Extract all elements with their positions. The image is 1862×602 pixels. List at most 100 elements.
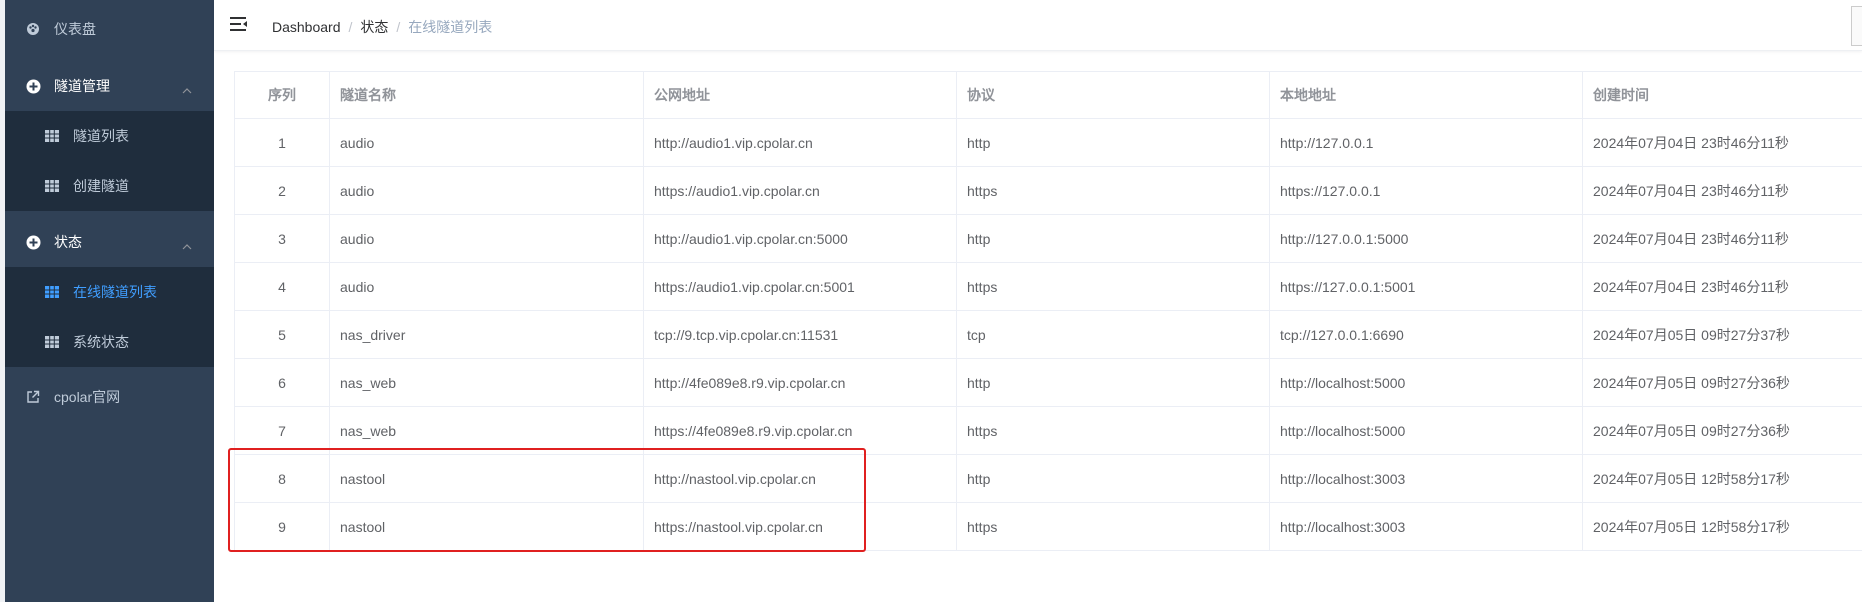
avatar[interactable]	[1851, 6, 1862, 46]
cell-local-address: https://127.0.0.1	[1269, 166, 1583, 215]
table-icon	[43, 177, 61, 195]
dashboard-icon	[24, 20, 42, 38]
sidebar-item-system-status[interactable]: 系统状态	[5, 317, 214, 367]
cell-public-url: http://audio1.vip.cpolar.cn	[643, 118, 957, 167]
sidebar-item-tunnel-list[interactable]: 隧道列表	[5, 111, 214, 161]
table-icon	[43, 283, 61, 301]
table-row[interactable]: 1 audio http://audio1.vip.cpolar.cn http htt…	[234, 118, 1862, 167]
submenu-tunnel-management: 隧道列表 创建隧道	[5, 111, 214, 211]
table-row[interactable]: 8 nastool http://nastool.vip.cpolar.cn http…	[234, 454, 1862, 503]
cell-created-time: 2024年07月05日 12时58分17秒	[1582, 502, 1862, 551]
hamburger-icon[interactable]	[230, 16, 250, 34]
cell-protocol: http	[956, 118, 1270, 167]
table-row[interactable]: 5 nas_driver tcp://9.tcp.vip.cpolar.cn:115…	[234, 310, 1862, 359]
column-header-public-url[interactable]: 公网地址	[643, 71, 957, 119]
cell-created-time: 2024年07月04日 23时46分11秒	[1582, 166, 1862, 215]
sidebar-item-online-tunnels[interactable]: 在线隧道列表	[5, 267, 214, 317]
table-header-row: 序列 隧道名称 公网地址 协议 本地地址 创建时间	[234, 71, 1862, 119]
cell-public-url: https://4fe089e8.r9.vip.cpolar.cn	[643, 406, 957, 455]
column-header-protocol[interactable]: 协议	[956, 71, 1270, 119]
cell-public-url: https://audio1.vip.cpolar.cn:5001	[643, 262, 957, 311]
breadcrumb-home[interactable]: Dashboard	[272, 19, 341, 35]
cell-name: nastool	[329, 502, 644, 551]
cell-local-address: http://localhost:3003	[1269, 502, 1583, 551]
cell-protocol: https	[956, 406, 1270, 455]
sidebar-item-label: 在线隧道列表	[73, 284, 157, 300]
cell-index: 7	[234, 406, 330, 455]
sidebar-item-tunnel-management[interactable]: 隧道管理	[5, 61, 214, 111]
table-row[interactable]: 9 nastool https://nastool.vip.cpolar.cn htt…	[234, 502, 1862, 551]
external-link-icon	[24, 388, 42, 406]
cell-local-address: tcp://127.0.0.1:6690	[1269, 310, 1583, 359]
sidebar-item-label: 创建隧道	[73, 178, 129, 194]
breadcrumb-separator: /	[348, 19, 353, 35]
cell-created-time: 2024年07月05日 09时27分37秒	[1582, 310, 1862, 359]
cell-public-url: http://nastool.vip.cpolar.cn	[643, 454, 957, 503]
table-icon	[43, 333, 61, 351]
sidebar-item-create-tunnel[interactable]: 创建隧道	[5, 161, 214, 211]
cell-protocol: https	[956, 502, 1270, 551]
cell-local-address: http://localhost:5000	[1269, 358, 1583, 407]
cell-index: 3	[234, 214, 330, 263]
navbar: Dashboard / 状态 / 在线隧道列表	[214, 0, 1862, 51]
cell-protocol: tcp	[956, 310, 1270, 359]
table-row[interactable]: 6 nas_web http://4fe089e8.r9.vip.cpolar.cn…	[234, 358, 1862, 407]
cell-public-url: https://nastool.vip.cpolar.cn	[643, 502, 957, 551]
submenu-status: 在线隧道列表 系统状态	[5, 267, 214, 367]
plus-circle-icon	[24, 77, 42, 95]
sidebar-item-label: 隧道管理	[54, 78, 110, 94]
sidebar-item-dashboard[interactable]: 仪表盘	[5, 4, 214, 54]
column-header-name[interactable]: 隧道名称	[329, 71, 644, 119]
table-row[interactable]: 3 audio http://audio1.vip.cpolar.cn:5000 ht…	[234, 214, 1862, 263]
column-header-index[interactable]: 序列	[234, 71, 330, 119]
breadcrumb: Dashboard / 状态 / 在线隧道列表	[272, 17, 492, 37]
table-row[interactable]: 7 nas_web https://4fe089e8.r9.vip.cpolar.c…	[234, 406, 1862, 455]
cell-index: 8	[234, 454, 330, 503]
cell-local-address: http://localhost:5000	[1269, 406, 1583, 455]
cell-name: audio	[329, 118, 644, 167]
column-header-local-address[interactable]: 本地地址	[1269, 71, 1583, 119]
cell-public-url: https://audio1.vip.cpolar.cn	[643, 166, 957, 215]
tunnel-table: 序列 隧道名称 公网地址 协议 本地地址 创建时间 1 audio http://a…	[234, 71, 1862, 551]
cell-index: 6	[234, 358, 330, 407]
cell-public-url: tcp://9.tcp.vip.cpolar.cn:11531	[643, 310, 957, 359]
cell-protocol: https	[956, 262, 1270, 311]
sidebar: 仪表盘 隧道管理 隧道列表 创建隧道 状态 在线隧道列表 系统状态 cpolar…	[0, 0, 214, 602]
cell-created-time: 2024年07月04日 23时46分11秒	[1582, 262, 1862, 311]
cell-created-time: 2024年07月05日 12时58分17秒	[1582, 454, 1862, 503]
chevron-up-icon	[182, 237, 192, 253]
sidebar-item-label: 状态	[54, 234, 82, 250]
sidebar-item-official-site[interactable]: cpolar官网	[5, 372, 214, 422]
cell-name: nas_web	[329, 358, 644, 407]
cell-index: 9	[234, 502, 330, 551]
cell-local-address: http://127.0.0.1	[1269, 118, 1583, 167]
sidebar-item-label: 仪表盘	[54, 21, 96, 37]
cell-name: nas_driver	[329, 310, 644, 359]
cell-name: audio	[329, 214, 644, 263]
breadcrumb-current: 在线隧道列表	[408, 19, 493, 35]
plus-circle-icon	[24, 233, 42, 251]
sidebar-item-label: 系统状态	[73, 334, 129, 350]
breadcrumb-separator: /	[396, 19, 401, 35]
cell-public-url: http://audio1.vip.cpolar.cn:5000	[643, 214, 957, 263]
cell-local-address: http://127.0.0.1:5000	[1269, 214, 1583, 263]
breadcrumb-section[interactable]: 状态	[360, 17, 388, 37]
cell-local-address: https://127.0.0.1:5001	[1269, 262, 1583, 311]
cell-local-address: http://localhost:3003	[1269, 454, 1583, 503]
cell-name: nastool	[329, 454, 644, 503]
cell-created-time: 2024年07月04日 23时46分11秒	[1582, 214, 1862, 263]
main-content: Dashboard / 状态 / 在线隧道列表 序列 隧道名称 公网地址 协议 …	[214, 0, 1862, 602]
cell-name: nas_web	[329, 406, 644, 455]
cell-index: 1	[234, 118, 330, 167]
sidebar-item-label: cpolar官网	[54, 389, 121, 405]
cell-protocol: http	[956, 358, 1270, 407]
cell-created-time: 2024年07月05日 09时27分36秒	[1582, 358, 1862, 407]
table-row[interactable]: 2 audio https://audio1.vip.cpolar.cn https h…	[234, 166, 1862, 215]
column-header-created-time[interactable]: 创建时间	[1582, 71, 1862, 119]
tunnel-table-wrapper: 序列 隧道名称 公网地址 协议 本地地址 创建时间 1 audio http://a…	[234, 71, 1862, 551]
sidebar-item-status[interactable]: 状态	[5, 217, 214, 267]
table-icon	[43, 127, 61, 145]
cell-index: 4	[234, 262, 330, 311]
table-row[interactable]: 4 audio https://audio1.vip.cpolar.cn:5001 h…	[234, 262, 1862, 311]
sidebar-item-label: 隧道列表	[73, 128, 129, 144]
